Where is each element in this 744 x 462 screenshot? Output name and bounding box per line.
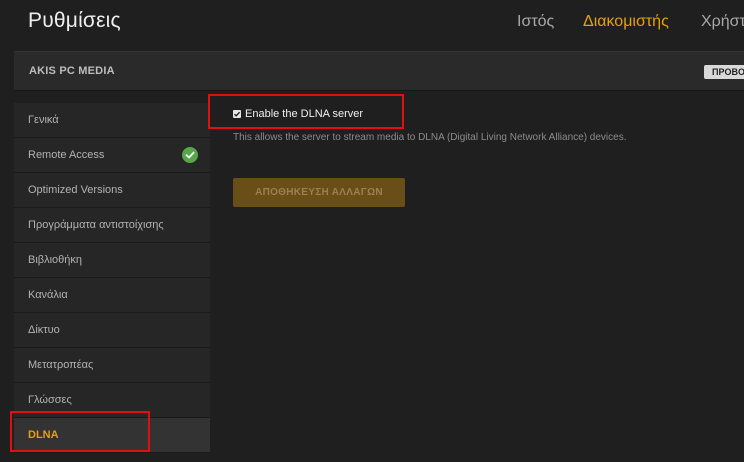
server-name: AKIS PC MEDIA: [29, 65, 115, 77]
save-changes-button[interactable]: ΑΠΟΘΗΚΕΥΣΗ ΑΛΛΑΓΩΝ: [233, 178, 405, 207]
sidebar-item-channels[interactable]: Κανάλια: [14, 278, 210, 313]
sidebar-item-library[interactable]: Βιβλιοθήκη: [14, 243, 210, 278]
enable-dlna-label[interactable]: Enable the DLNA server: [245, 108, 363, 120]
sidebar-item-label: Δίκτυο: [28, 324, 60, 336]
sidebar-item-general[interactable]: Γενικά: [14, 103, 210, 138]
dlna-help-text: This allows the server to stream media t…: [233, 132, 627, 143]
sidebar-item-label: Προγράμματα αντιστοίχισης: [28, 219, 164, 231]
top-header: Ρυθμίσεις Ιστός Διακομιστής Χρήστ: [0, 0, 744, 48]
tab-users[interactable]: Χρήστ: [701, 13, 744, 31]
sidebar-item-label: Βιβλιοθήκη: [28, 254, 83, 266]
sidebar-item-label: Μετατροπέας: [28, 359, 94, 371]
sidebar-item-label: Optimized Versions: [28, 184, 123, 196]
sidebar-item-label: Γενικά: [28, 114, 59, 126]
check-circle-icon: [182, 147, 198, 163]
sidebar-item-languages[interactable]: Γλώσσες: [14, 383, 210, 418]
sidebar-item-label: Remote Access: [28, 149, 105, 161]
server-bar: AKIS PC MEDIA ΠΡΟΒΟ: [14, 51, 744, 91]
sidebar-item-optimized-versions[interactable]: Optimized Versions: [14, 173, 210, 208]
checkmark-icon: [234, 111, 241, 117]
sidebar-item-dlna[interactable]: DLNA: [14, 418, 210, 453]
sidebar-item-network[interactable]: Δίκτυο: [14, 313, 210, 348]
page-title: Ρυθμίσεις: [28, 9, 121, 32]
tab-web[interactable]: Ιστός: [517, 13, 554, 31]
sidebar-item-label: Γλώσσες: [28, 394, 72, 406]
tab-server[interactable]: Διακομιστής: [583, 13, 669, 31]
sidebar-item-remote-access[interactable]: Remote Access: [14, 138, 210, 173]
sidebar-item-label: DLNA: [28, 429, 59, 441]
dlna-option-row: Enable the DLNA server: [233, 105, 363, 123]
view-button[interactable]: ΠΡΟΒΟ: [704, 65, 744, 79]
enable-dlna-checkbox[interactable]: [233, 109, 241, 118]
sidebar-item-transcoder[interactable]: Μετατροπέας: [14, 348, 210, 383]
settings-sidebar: Γενικά Remote Access Optimized Versions …: [14, 103, 210, 453]
sidebar-item-agents[interactable]: Προγράμματα αντιστοίχισης: [14, 208, 210, 243]
sidebar-item-label: Κανάλια: [28, 289, 68, 301]
